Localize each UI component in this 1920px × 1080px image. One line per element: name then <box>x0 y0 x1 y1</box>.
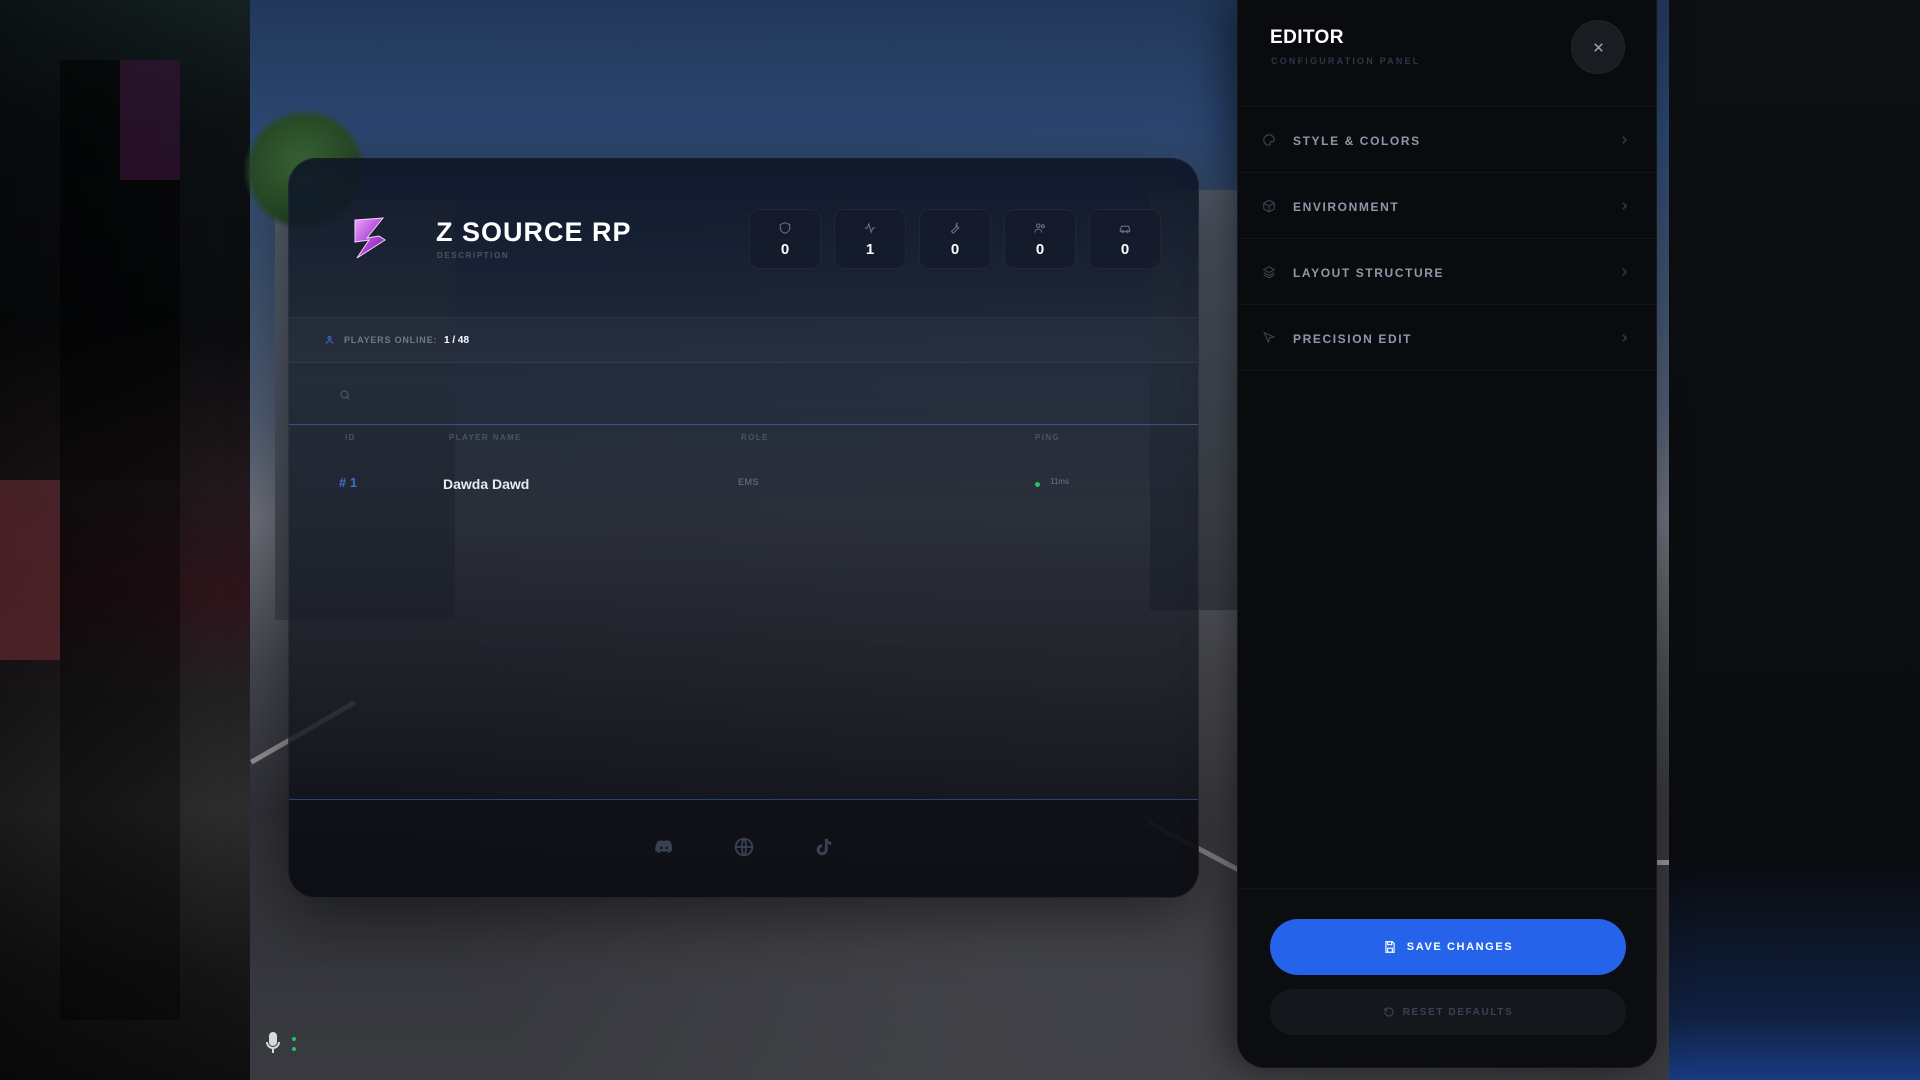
panel-footer <box>289 799 1198 897</box>
player-role: EMS <box>738 477 760 487</box>
column-ping: PING <box>1035 433 1061 442</box>
player-search <box>289 363 1198 425</box>
save-changes-button[interactable]: SAVE CHANGES <box>1270 919 1626 975</box>
editor-subtitle: CONFIGURATION PANEL <box>1271 56 1421 66</box>
right-backdrop <box>1669 0 1920 1080</box>
users-icon <box>1034 222 1045 233</box>
search-input[interactable] <box>361 379 961 409</box>
stat-value: 1 <box>865 240 875 258</box>
close-icon <box>1593 42 1603 52</box>
stat-staff: 0 <box>1004 209 1076 269</box>
menu-item-layout-structure[interactable]: LAYOUT STRUCTURE <box>1238 239 1656 305</box>
left-backdrop <box>0 0 250 1080</box>
stat-taxi: 0 <box>1089 209 1161 269</box>
column-id: ID <box>345 433 356 442</box>
wrench-icon <box>950 221 960 234</box>
save-icon <box>1385 941 1395 953</box>
chevron-right-icon <box>1622 136 1628 144</box>
z-logo-icon <box>354 217 386 259</box>
server-description: DESCRIPTION <box>437 251 510 260</box>
menu-item-label: LAYOUT STRUCTURE <box>1293 266 1445 280</box>
palette-icon <box>1263 134 1275 146</box>
stat-mechanic: 0 <box>919 209 991 269</box>
save-button-label: SAVE CHANGES <box>1406 941 1514 953</box>
social-links <box>653 836 835 858</box>
column-role: ROLE <box>741 433 769 442</box>
discord-icon[interactable] <box>653 836 675 858</box>
chevron-right-icon <box>1622 268 1628 276</box>
search-icon <box>340 390 350 400</box>
ping-status-dot <box>1035 482 1040 487</box>
layers-icon <box>1262 266 1276 279</box>
stat-value: 0 <box>950 240 960 258</box>
menu-item-environment[interactable]: ENVIRONMENT <box>1238 173 1656 239</box>
globe-icon[interactable] <box>733 836 755 858</box>
microphone-icon <box>266 1032 280 1053</box>
voice-level-indicator <box>292 1037 296 1059</box>
close-button[interactable] <box>1571 20 1625 74</box>
activity-icon <box>864 221 876 234</box>
menu-item-label: ENVIRONMENT <box>1293 200 1400 214</box>
editor-actions: SAVE CHANGES RESET DEFAULTS <box>1238 888 1656 1067</box>
reset-icon <box>1384 1007 1394 1017</box>
stat-value: 0 <box>780 240 790 258</box>
car-icon <box>1119 225 1131 233</box>
editor-title: EDITOR <box>1270 27 1344 48</box>
screen: Z SOURCE RP DESCRIPTION 0 1 0 0 0 PLAYER… <box>0 0 1920 1080</box>
reset-defaults-button[interactable]: RESET DEFAULTS <box>1270 989 1626 1035</box>
players-online-bar: PLAYERS ONLINE: 1 / 48 <box>289 317 1198 363</box>
chevron-right-icon <box>1622 334 1628 342</box>
stats-bar: 0 1 0 0 0 <box>749 209 1161 269</box>
players-online-count: 1 / 48 <box>444 335 470 346</box>
stat-police: 0 <box>749 209 821 269</box>
editor-panel: EDITOR CONFIGURATION PANEL STYLE & COLOR… <box>1237 0 1657 1068</box>
cube-icon <box>1263 199 1275 213</box>
player-ping: 11ms <box>1050 477 1069 486</box>
server-name: Z SOURCE RP <box>436 217 632 247</box>
shield-icon <box>779 221 791 234</box>
table-header: ID PLAYER NAME ROLE PING <box>289 429 1198 449</box>
menu-item-label: PRECISION EDIT <box>1293 332 1413 346</box>
users-icon <box>326 336 333 345</box>
stat-ems: 1 <box>834 209 906 269</box>
menu-item-precision-edit[interactable]: PRECISION EDIT <box>1238 305 1656 371</box>
tiktok-icon[interactable] <box>813 836 835 858</box>
player-id: # 1 <box>339 475 358 490</box>
reset-button-label: RESET DEFAULTS <box>1402 1006 1514 1018</box>
cursor-icon <box>1263 331 1276 344</box>
chevron-right-icon <box>1622 202 1628 210</box>
stat-value: 0 <box>1120 240 1130 258</box>
scoreboard-panel: Z SOURCE RP DESCRIPTION 0 1 0 0 0 PLAYER… <box>288 158 1199 898</box>
players-online-label: PLAYERS ONLINE: <box>344 335 438 345</box>
player-name: Dawda Dawd <box>443 476 530 492</box>
editor-menu: STYLE & COLORS ENVIRONMENT LAYOUT STRUCT… <box>1238 106 1656 371</box>
column-player-name: PLAYER NAME <box>449 433 522 442</box>
table-row[interactable]: # 1 Dawda Dawd EMS 11ms <box>289 469 1198 499</box>
stat-value: 0 <box>1035 240 1045 258</box>
menu-item-style-colors[interactable]: STYLE & COLORS <box>1238 107 1656 173</box>
menu-item-label: STYLE & COLORS <box>1293 134 1421 148</box>
